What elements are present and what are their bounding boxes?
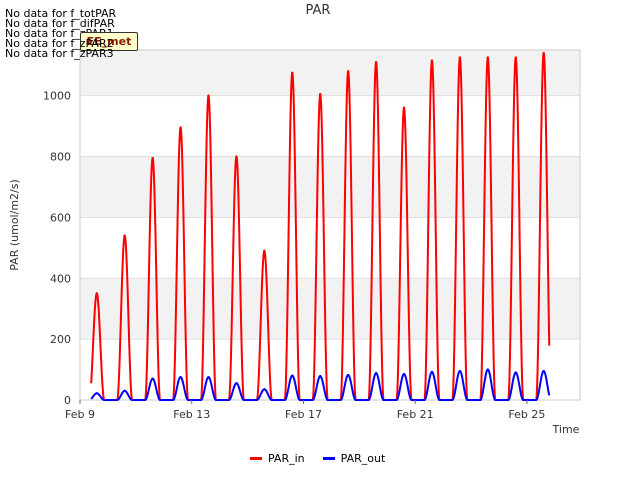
y-tick-label: 400 [50, 272, 71, 285]
data-point [151, 377, 154, 380]
data-point [514, 56, 517, 59]
data-point [179, 126, 182, 129]
data-point [402, 372, 406, 376]
legend-label-par-out: PAR_out [340, 452, 386, 465]
nodata-line: No data for f_zPAR3 [5, 47, 114, 60]
x-tick-label: Feb 21 [397, 408, 434, 421]
data-point [179, 375, 182, 379]
data-point [430, 370, 434, 374]
data-point [291, 374, 294, 377]
data-point [123, 389, 126, 393]
par-chart: 0 200 400 600 800 1000 Feb 9 Feb 13 Feb 17 Feb 21… [8, 3, 581, 436]
data-point [374, 372, 378, 375]
chart-title: PAR [306, 3, 331, 18]
legend-item-par-in: PAR_in [250, 452, 305, 465]
grid-band [80, 50, 580, 96]
y-tick-label: 1000 [43, 90, 71, 103]
data-point [458, 56, 462, 59]
series-line-par-in [90, 52, 551, 401]
data-point [486, 56, 490, 59]
chart-legend: PAR_in PAR_out [250, 452, 385, 465]
data-point [95, 292, 98, 295]
grid-band [80, 278, 580, 340]
data-point [291, 71, 294, 75]
data-point [319, 92, 322, 96]
y-tick-label: 600 [50, 211, 71, 224]
data-point [542, 369, 545, 373]
data-point [263, 249, 266, 253]
data-point [207, 94, 210, 97]
data-point [207, 375, 210, 379]
y-tick-label: 800 [50, 151, 71, 164]
data-point [235, 382, 238, 385]
data-point [486, 368, 490, 371]
x-axis-label: Time [552, 423, 580, 436]
data-point [346, 70, 350, 73]
data-point [402, 106, 406, 110]
x-tick-label: Feb 13 [173, 408, 210, 421]
x-tick-label: Feb 9 [65, 408, 95, 421]
x-tick-label: Feb 25 [508, 408, 545, 421]
y-axis-label: PAR (umol/m2/s) [8, 179, 21, 271]
legend-item-par-out: PAR_out [322, 452, 386, 465]
legend-swatch-par-out [322, 457, 335, 460]
data-point [235, 155, 238, 158]
data-point [542, 51, 545, 55]
y-tick-label: 0 [64, 394, 71, 407]
data-point [123, 234, 126, 237]
data-point [514, 371, 517, 374]
data-point [95, 392, 98, 395]
data-point [263, 388, 266, 391]
data-point [430, 59, 434, 62]
data-point [458, 369, 462, 373]
data-point [346, 373, 350, 377]
y-tick-label: 200 [50, 333, 71, 346]
data-point [319, 375, 322, 378]
legend-swatch-par-in [250, 457, 262, 460]
data-point [374, 60, 378, 64]
legend-label-par-in: PAR_in [268, 452, 305, 465]
data-point [151, 156, 154, 160]
x-tick-label: Feb 17 [285, 408, 322, 421]
